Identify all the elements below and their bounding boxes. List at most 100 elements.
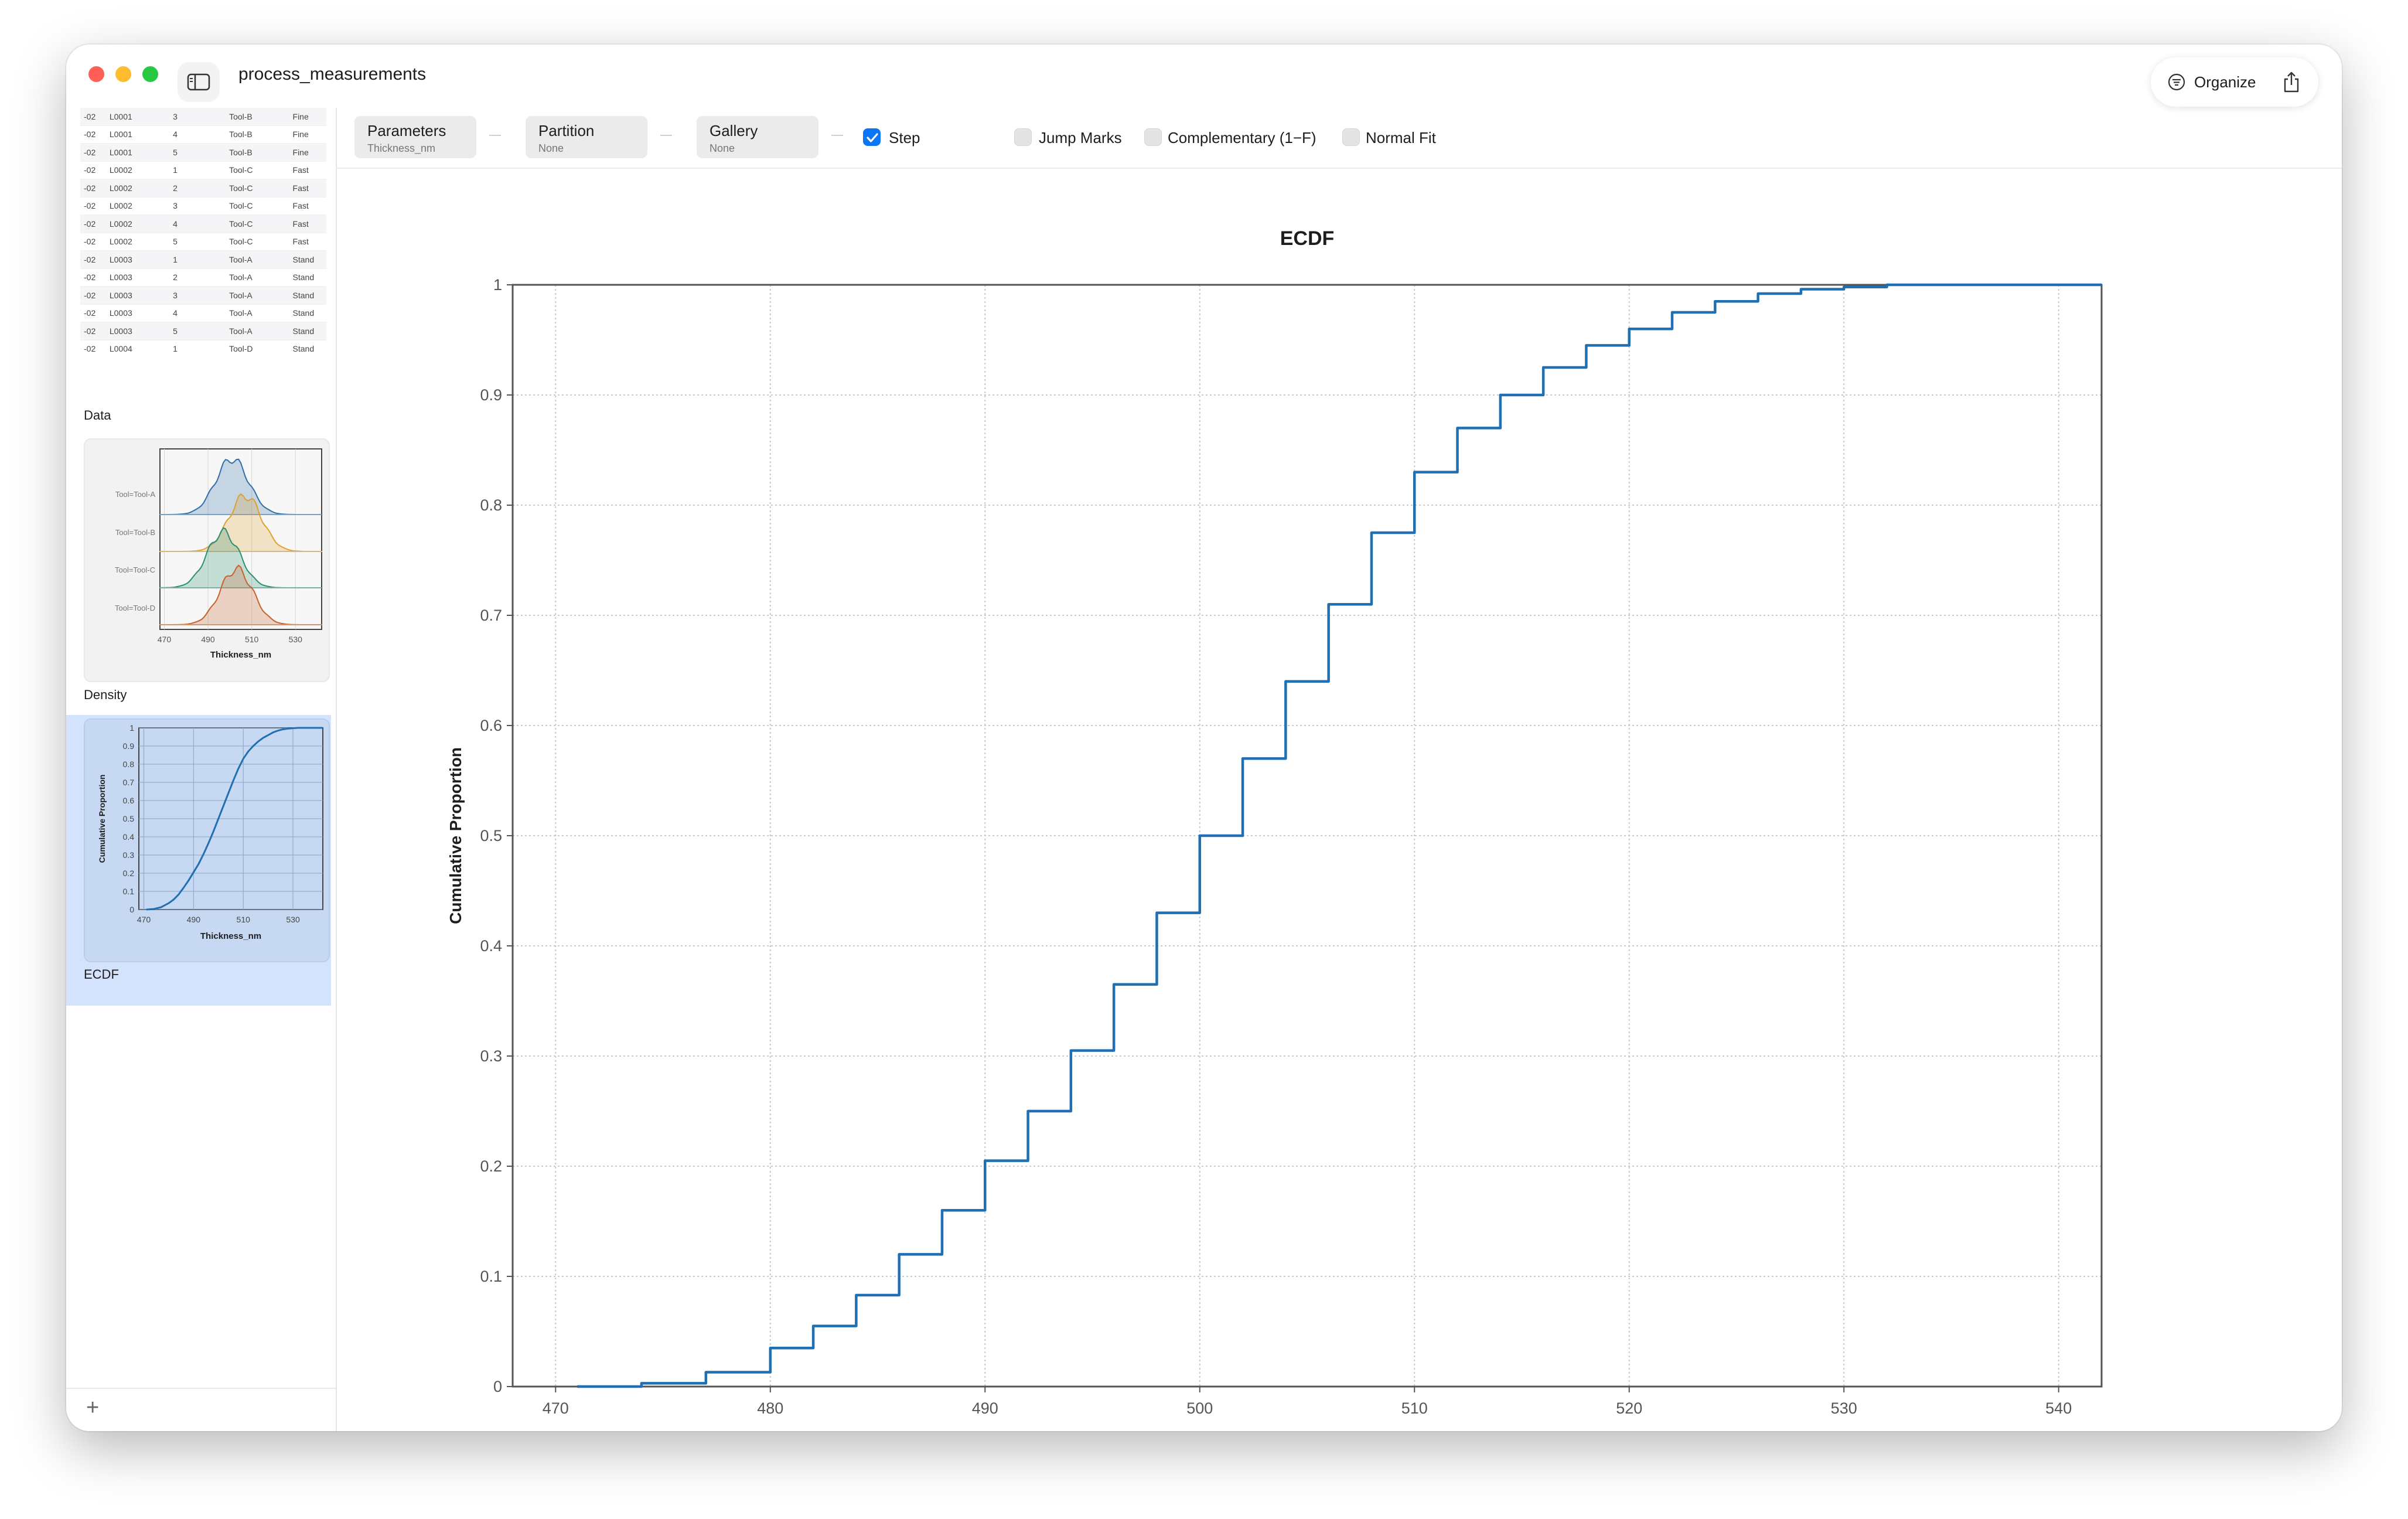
table-cell: Stand [289,250,326,269]
normal-fit-checkbox[interactable] [1342,128,1360,146]
table-row: -02 L0002 4 Tool-C Fast [80,214,326,233]
table-cell: 3 [169,286,226,305]
title-bar-actions: Organize [2151,57,2318,107]
sidebar-item-density[interactable]: Density [84,687,127,703]
y-tick-label: 0.6 [480,717,502,734]
sidebar-item-data[interactable]: Data [84,408,111,423]
table-cell: Tool-C [226,179,289,197]
table-cell: 2 [169,268,226,287]
partition-selector[interactable]: Partition None [526,116,647,158]
data-preview-table: -02 L0001 3 Tool-B Fine -02 L0001 4 Tool-B Fine -0… [80,108,326,354]
x-tick-label: 510 [1401,1399,1428,1417]
table-cell: -02 [80,108,106,126]
close-window-button[interactable] [88,66,104,82]
table-cell: Stand [289,340,326,354]
y-tick-label: 0.1 [480,1268,502,1285]
table-row: -02 L0002 3 Tool-C Fast [80,197,326,215]
organize-button[interactable]: Organize [2158,66,2284,98]
add-button[interactable]: + [86,1395,99,1421]
table-cell: 4 [169,125,226,144]
table-cell: Stand [289,286,326,305]
table-cell: Tool-C [226,197,289,215]
table-cell: 5 [169,143,226,162]
table-cell: Fast [289,233,326,251]
table-cell: -02 [80,250,106,269]
table-row: -02 L0003 1 Tool-A Stand [80,250,326,269]
table-row: -02 L0003 5 Tool-A Stand [80,322,326,340]
table-cell: 3 [169,108,226,126]
table-cell: L0002 [105,179,170,197]
y-tick-label: 0.3 [480,1047,502,1065]
table-cell: Tool-B [226,125,289,144]
density-thumbnail[interactable]: 470 490 510 530 Tool=Tool-A Tool=Tool-B Tool=T… [84,438,330,682]
density-x-axis-label: Thickness_nm [210,650,271,660]
sidebar-item-ecdf[interactable]: ECDF [84,967,119,982]
table-cell: L0001 [105,108,170,126]
parameters-selector[interactable]: Parameters Thickness_nm [354,116,476,158]
complementary-label[interactable]: Complementary (1−F) [1168,129,1316,147]
density-x-tick-label: 510 [245,635,259,644]
table-cell: L0003 [105,304,170,322]
table-cell: Tool-C [226,233,289,251]
y-tick-label: 0.2 [480,1157,502,1175]
table-cell: Tool-D [226,340,289,354]
thumb-y-tick-label: 0.7 [123,778,135,787]
thumb-y-axis-label: Cumulative Proportion [97,775,107,863]
table-cell: Stand [289,304,326,322]
x-tick-label: 500 [1186,1399,1213,1417]
y-tick-label: 0.9 [480,386,502,404]
thumb-y-tick-label: 0.3 [123,850,135,860]
table-cell: Fine [289,143,326,162]
table-cell: 1 [169,161,226,179]
step-label[interactable]: Step [889,129,920,147]
zoom-window-button[interactable] [142,66,158,82]
table-cell: Tool-B [226,108,289,126]
thumb-y-tick-label: 0.4 [123,832,135,842]
table-row: -02 L0003 3 Tool-A Stand [80,286,326,305]
jump-marks-label[interactable]: Jump Marks [1039,129,1122,147]
density-row-label: Tool=Tool-C [115,566,155,574]
y-axis-label: Cumulative Proportion [446,747,465,924]
ecdf-thumbnail[interactable]: 0 0.1 0.2 0.3 0.4 0.5 0.6 0.7 0.8 0.9 1 470 490 510 53… [84,718,330,962]
thumb-y-tick-label: 0.2 [123,869,135,878]
table-cell: Tool-C [226,161,289,179]
ecdf-chart: 470 480 490 500 510 520 530 540 0 0.1 0.2 0.3 0.4 0.5… [446,227,2103,1417]
density-thumbnail-chart: 470 490 510 530 Tool=Tool-A Tool=Tool-B Tool=T… [115,448,322,660]
density-row-label: Tool=Tool-D [115,604,155,612]
table-cell: 4 [169,304,226,322]
thumb-x-tick-label: 490 [187,915,201,924]
y-tick-label: 1 [493,276,502,294]
y-tick-label: 0 [493,1378,502,1395]
gallery-selector[interactable]: Gallery None [697,116,818,158]
table-row: -02 L0002 5 Tool-C Fast [80,233,326,251]
table-cell: L0002 [105,197,170,215]
y-tick-label: 0.8 [480,496,502,514]
step-checkbox[interactable] [863,128,881,146]
table-cell: L0001 [105,143,170,162]
density-row-label: Tool=Tool-A [115,490,156,499]
separator [489,135,501,136]
ecdf-thumbnail-chart: 0 0.1 0.2 0.3 0.4 0.5 0.6 0.7 0.8 0.9 1 470 490 510 53… [97,723,323,941]
share-button[interactable] [2275,66,2308,98]
normal-fit-label[interactable]: Normal Fit [1366,129,1436,147]
table-cell: -02 [80,304,106,322]
table-row: -02 L0004 1 Tool-D Stand [80,340,326,354]
thumb-y-tick-label: 0.5 [123,814,135,823]
table-cell: -02 [80,340,106,354]
data-thumbnail[interactable]: -02 L0001 3 Tool-B Fine -02 L0001 4 Tool-B Fine -0… [80,108,326,354]
sidebar-toggle-button[interactable] [178,62,220,102]
minimize-window-button[interactable] [115,66,131,82]
sidebar-footer-divider [66,1388,336,1389]
jump-marks-checkbox[interactable] [1014,128,1032,146]
table-cell: -02 [80,143,106,162]
table-cell: -02 [80,322,106,340]
table-cell: Fine [289,125,326,144]
separator [660,135,672,136]
complementary-checkbox[interactable] [1144,128,1162,146]
table-row: -02 L0003 2 Tool-A Stand [80,268,326,287]
chart-title: ECDF [1280,227,1335,250]
thumb-x-tick-label: 530 [286,915,300,924]
table-cell: L0003 [105,250,170,269]
x-tick-label: 490 [972,1399,998,1417]
table-cell: L0003 [105,268,170,287]
